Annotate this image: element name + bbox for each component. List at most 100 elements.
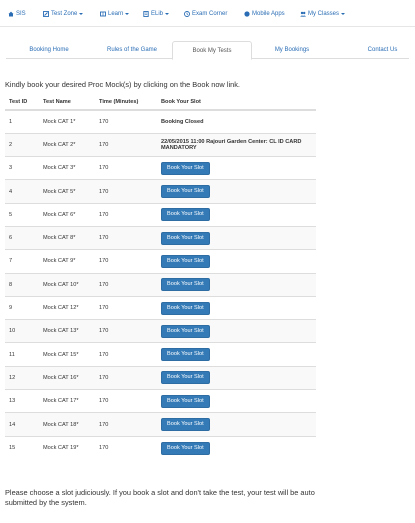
book-your-slot-button[interactable]: Book Your Slot — [161, 371, 210, 385]
cell-test-name: Mock CAT 17* — [39, 389, 95, 413]
table-row: 4 Mock CAT 5* 170 Book Your Slot — [5, 179, 316, 204]
nav-learn[interactable]: Learn — [100, 9, 130, 19]
cell-book-slot: Book Your Slot — [157, 295, 316, 320]
cell-book-slot: Book Your Slot — [157, 179, 316, 204]
cell-test-name: Mock CAT 3* — [39, 156, 95, 180]
book-your-slot-button[interactable]: Book Your Slot — [161, 418, 210, 431]
cell-test-name: Mock CAT 2* — [39, 132, 95, 157]
nav-mobile-apps-label: Mobile Apps — [252, 11, 285, 17]
cell-time: 170 — [95, 342, 157, 367]
cell-time: 170 — [95, 109, 157, 134]
cell-book-slot: Book Your Slot — [157, 202, 316, 227]
cell-test-id: 10 — [5, 319, 39, 343]
cell-test-id: 1 — [5, 109, 39, 134]
nav-elib-label: ELib — [151, 11, 164, 17]
tab-booking-home-label: Booking Home — [29, 47, 69, 53]
tab-contact-us[interactable]: Contact Us — [356, 41, 409, 59]
cell-time: 170 — [95, 319, 157, 343]
cell-test-id: 2 — [5, 132, 39, 157]
table-row: 10 Mock CAT 13* 170 Book Your Slot — [5, 319, 316, 343]
cell-test-name: Mock CAT 16* — [39, 365, 95, 390]
nav-test-zone-label: Test Zone — [51, 11, 78, 17]
cell-time: 170 — [95, 272, 157, 297]
book-your-slot-button[interactable]: Book Your Slot — [161, 185, 210, 199]
cell-time: 170 — [95, 365, 157, 390]
tab-rules-label: Rules of the Game — [106, 47, 158, 53]
table-row: 14 Mock CAT 18* 170 Book Your Slot — [5, 412, 316, 437]
cell-time: 170 — [95, 225, 157, 250]
cell-book-slot: Book Your Slot — [157, 435, 316, 460]
cell-book-slot: Book Your Slot — [157, 365, 316, 390]
header-time: Time (Minutes) — [95, 94, 157, 111]
cell-test-id: 14 — [5, 412, 39, 437]
table-row: 2 Mock CAT 2* 170 22/05/2015 11:00 Rajouri … — [5, 132, 316, 157]
book-your-slot-button[interactable]: Book Your Slot — [161, 441, 210, 455]
cell-test-name: Mock CAT 12* — [39, 295, 95, 320]
cell-test-id: 5 — [5, 202, 39, 227]
tab-rules-of-the-game[interactable]: Rules of the Game — [92, 41, 172, 59]
cell-test-id: 12 — [5, 365, 39, 390]
cell-test-id: 3 — [5, 156, 39, 180]
top-navbar: SIS Test Zone Learn ELib Exam Corner Mob… — [0, 0, 415, 27]
book-your-slot-button[interactable]: Book Your Slot — [161, 231, 210, 245]
nav-my-classes[interactable]: My Classes — [300, 9, 346, 19]
cell-test-id: 6 — [5, 225, 39, 250]
cell-time: 170 — [95, 295, 157, 320]
table-row: 1 Mock CAT 1* 170 Booking Closed — [5, 109, 316, 134]
library-icon — [143, 11, 149, 17]
cell-book-slot: Book Your Slot — [157, 272, 316, 297]
nav-sis-label: SIS — [16, 11, 26, 17]
book-your-slot-button[interactable]: Book Your Slot — [161, 278, 210, 292]
cell-book-slot: Book Your Slot — [157, 225, 316, 250]
home-icon — [8, 11, 14, 17]
chevron-down-icon — [165, 13, 170, 15]
tab-book-my-tests[interactable]: Book My Tests — [172, 41, 252, 60]
cell-test-id: 4 — [5, 179, 39, 204]
cell-time: 170 — [95, 412, 157, 437]
tests-table: Test ID Test Name Time (Minutes) Book Yo… — [5, 94, 316, 460]
tab-booking-home[interactable]: Booking Home — [6, 41, 92, 59]
cell-test-name: Mock CAT 8* — [39, 225, 95, 250]
cell-test-name: Mock CAT 19* — [39, 435, 95, 460]
cell-test-name: Mock CAT 10* — [39, 272, 95, 297]
book-your-slot-button[interactable]: Book Your Slot — [161, 324, 210, 338]
cell-test-id: 11 — [5, 342, 39, 367]
nav-learn-label: Learn — [108, 11, 124, 17]
cell-time: 170 — [95, 179, 157, 204]
table-row: 12 Mock CAT 16* 170 Book Your Slot — [5, 365, 316, 390]
table-row: 3 Mock CAT 3* 170 Book Your Slot — [5, 156, 316, 180]
nav-elib[interactable]: ELib — [143, 9, 170, 19]
book-your-slot-button[interactable]: Book Your Slot — [161, 254, 210, 268]
tab-my-bookings[interactable]: My Bookings — [252, 41, 332, 59]
cell-time: 170 — [95, 156, 157, 180]
nav-mobile-apps[interactable]: Mobile Apps — [244, 9, 285, 19]
book-your-slot-button[interactable]: Book Your Slot — [161, 208, 210, 222]
cell-test-name: Mock CAT 15* — [39, 342, 95, 367]
mobile-icon — [244, 11, 250, 17]
book-your-slot-button[interactable]: Book Your Slot — [161, 394, 210, 408]
cell-time: 170 — [95, 249, 157, 274]
table-row: 6 Mock CAT 8* 170 Book Your Slot — [5, 225, 316, 250]
table-row: 13 Mock CAT 17* 170 Book Your Slot — [5, 389, 316, 413]
table-row: 7 Mock CAT 9* 170 Book Your Slot — [5, 249, 316, 274]
cell-test-id: 7 — [5, 249, 39, 274]
nav-my-classes-label: My Classes — [308, 11, 340, 17]
table-row: 15 Mock CAT 19* 170 Book Your Slot — [5, 435, 316, 460]
cell-book-slot: Book Your Slot — [157, 249, 316, 274]
header-test-name: Test Name — [39, 94, 95, 111]
book-your-slot-button[interactable]: Book Your Slot — [161, 301, 210, 315]
tab-book-my-tests-label: Book My Tests — [192, 47, 232, 54]
book-your-slot-button[interactable]: Book Your Slot — [161, 348, 210, 362]
cell-test-id: 15 — [5, 435, 39, 460]
book-your-slot-button[interactable]: Book Your Slot — [161, 161, 210, 175]
nav-test-zone[interactable]: Test Zone — [43, 9, 84, 19]
table-row: 11 Mock CAT 15* 170 Book Your Slot — [5, 342, 316, 367]
nav-exam-corner[interactable]: Exam Corner — [184, 9, 227, 19]
nav-sis[interactable]: SIS — [8, 9, 26, 19]
tab-contact-us-label: Contact Us — [367, 47, 398, 53]
cell-test-name: Mock CAT 5* — [39, 179, 95, 204]
cell-test-id: 9 — [5, 295, 39, 320]
clock-icon — [184, 11, 190, 17]
tab-my-bookings-label: My Bookings — [274, 47, 310, 53]
footer-note: Please choose a slot judiciously. If you… — [5, 488, 315, 507]
